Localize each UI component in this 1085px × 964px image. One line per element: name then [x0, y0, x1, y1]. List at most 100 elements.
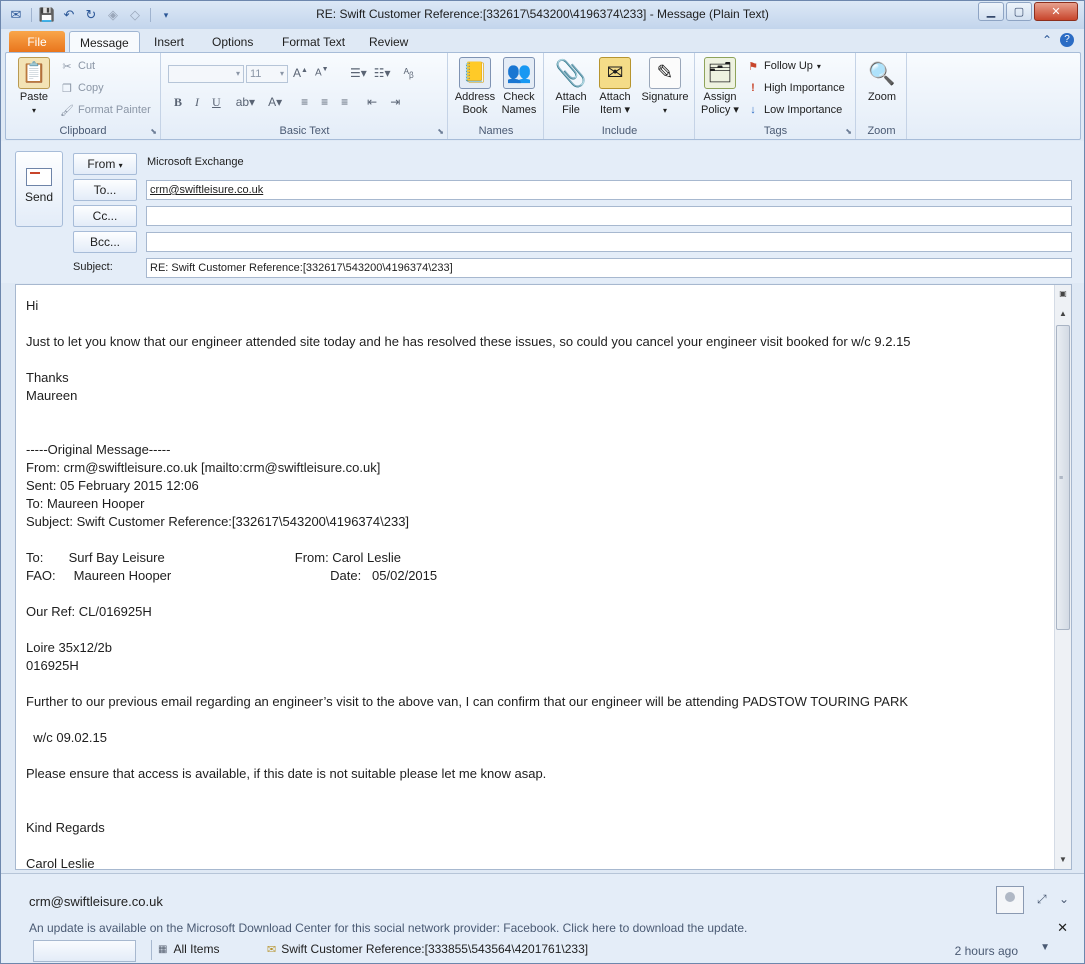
subject-field[interactable]: RE: Swift Customer Reference:[332617\543…: [146, 258, 1072, 278]
assign-policy-button[interactable]: 🗂 Assign Policy ▾: [698, 57, 742, 117]
message-body[interactable]: Hi Just to let you know that our enginee…: [15, 284, 1072, 870]
split-view-icon[interactable]: ▣: [1056, 287, 1070, 301]
font-size-value: 11: [250, 68, 262, 80]
align-left-icon[interactable]: ≡: [301, 95, 308, 110]
all-items-filter[interactable]: ▦ All Items: [158, 942, 219, 956]
follow-up-button[interactable]: ⚑ Follow Up ▾: [746, 57, 821, 75]
chevron-down-icon[interactable]: ⌄: [1059, 892, 1069, 906]
grow-font-icon[interactable]: A▲: [293, 66, 308, 80]
copy-button[interactable]: ❐ Copy: [60, 79, 104, 97]
clipboard-group-label: Clipboard: [59, 125, 107, 137]
align-right-icon[interactable]: ≡: [341, 95, 348, 110]
tab-options[interactable]: Options: [202, 31, 263, 53]
scroll-down-icon[interactable]: ▼: [1056, 853, 1070, 867]
close-button[interactable]: ✕: [1034, 2, 1078, 21]
from-account: Microsoft Exchange: [147, 156, 244, 168]
include-group: 📎 Attach File ✉ Attach Item ▾ ✎ Signatur…: [545, 53, 695, 139]
high-importance-button[interactable]: ! High Importance: [746, 79, 845, 97]
bullets-icon[interactable]: ☰▾: [350, 66, 367, 80]
scroll-up-icon[interactable]: ▲: [1056, 307, 1070, 321]
low-importance-label: Low Importance: [764, 104, 843, 116]
maximize-button[interactable]: ▢: [1006, 2, 1032, 21]
names-group: 📒 Address Book 👥 Check Names Names: [449, 53, 544, 139]
feed-dropdown-icon[interactable]: ▼: [1040, 942, 1050, 953]
paste-button[interactable]: 📋 Paste ▾: [12, 57, 56, 117]
tags-group: 🗂 Assign Policy ▾ ⚑ Follow Up ▾ ! High I…: [696, 53, 856, 139]
feed-item-subject: Swift Customer Reference:[333855\543564\…: [281, 942, 589, 956]
address-book-button[interactable]: 📒 Address Book: [453, 57, 497, 117]
tags-group-label: Tags: [763, 125, 788, 137]
cc-button[interactable]: Cc...: [73, 205, 137, 227]
help-icon[interactable]: ?: [1060, 33, 1074, 47]
all-items-label: All Items: [173, 942, 220, 956]
vertical-scrollbar[interactable]: ▣ ▲ ≡ ▼: [1054, 285, 1071, 869]
highlight-icon[interactable]: ab▾: [236, 95, 255, 110]
low-importance-button[interactable]: ↓ Low Importance: [746, 101, 842, 119]
address-book-label-2: Book: [462, 104, 488, 116]
clipboard-group: 📋 Paste ▾ ✂ Cut ❐ Copy 🖌 Format Painter …: [6, 53, 161, 139]
tab-message[interactable]: Message: [69, 31, 140, 53]
tab-insert[interactable]: Insert: [144, 31, 194, 53]
magnifier-icon: 🔍: [868, 60, 896, 86]
italic-icon[interactable]: I: [195, 95, 199, 110]
tab-file[interactable]: File: [9, 31, 65, 53]
cut-button[interactable]: ✂ Cut: [60, 57, 95, 75]
bcc-button[interactable]: Bcc...: [73, 231, 137, 253]
shrink-font-icon[interactable]: A▼: [315, 66, 329, 80]
dialog-launcher-icon[interactable]: ⬊: [845, 127, 852, 136]
tab-review[interactable]: Review: [359, 31, 418, 53]
people-pane-email: crm@swiftleisure.co.uk: [29, 894, 163, 909]
cc-field[interactable]: [146, 206, 1072, 226]
font-color-icon[interactable]: A▾: [268, 95, 282, 110]
attach-item-button[interactable]: ✉ Attach Item ▾: [593, 57, 637, 117]
dismiss-update-icon[interactable]: ✕: [1057, 920, 1068, 936]
feed-item[interactable]: ✉ Swift Customer Reference:[333855\54356…: [267, 942, 588, 956]
feed-tab[interactable]: [33, 940, 136, 962]
expand-pane-icon[interactable]: ⤢: [1037, 892, 1047, 907]
update-notification[interactable]: An update is available on the Microsoft …: [29, 921, 747, 935]
underline-icon[interactable]: U: [212, 95, 221, 110]
font-size-combobox[interactable]: 11 ▾: [246, 65, 288, 83]
ribbon-tabs: File Message Insert Options Format Text …: [1, 29, 1084, 53]
from-button[interactable]: From ▾: [73, 153, 137, 175]
zoom-button[interactable]: 🔍 Zoom: [860, 57, 904, 104]
window-controls: ▁ ▢ ✕: [978, 2, 1078, 21]
font-name-combobox[interactable]: ▾: [168, 65, 244, 83]
numbering-icon[interactable]: ☷▾: [374, 66, 391, 80]
check-names-button[interactable]: 👥 Check Names: [497, 57, 541, 117]
tab-format-text[interactable]: Format Text: [272, 31, 355, 53]
dialog-launcher-icon[interactable]: ⬊: [437, 127, 444, 136]
format-painter-label: Format Painter: [78, 104, 151, 116]
basic-text-group-label: Basic Text: [279, 125, 330, 137]
cut-label: Cut: [78, 60, 96, 72]
avatar[interactable]: [996, 886, 1024, 914]
decrease-indent-icon[interactable]: ⇤: [367, 95, 377, 110]
check-names-label-2: Names: [501, 104, 537, 116]
to-field[interactable]: crm@swiftleisure.co.uk: [146, 180, 1072, 200]
increase-indent-icon[interactable]: ⇥: [390, 95, 400, 110]
attach-item-label-2: Item: [600, 104, 622, 116]
paperclip-icon: 📎: [554, 57, 588, 88]
high-importance-icon: !: [751, 82, 755, 94]
message-body-text[interactable]: Hi Just to let you know that our enginee…: [26, 297, 1051, 869]
minimize-ribbon-icon[interactable]: ⌃: [1042, 33, 1052, 47]
bold-icon[interactable]: B: [174, 95, 182, 110]
dialog-launcher-icon[interactable]: ⬊: [150, 127, 157, 136]
send-button[interactable]: Send: [15, 151, 63, 227]
align-center-icon[interactable]: ≡: [321, 95, 328, 110]
attach-file-button[interactable]: 📎 Attach File: [549, 57, 593, 117]
all-items-icon: ▦: [158, 943, 168, 955]
people-pane: crm@swiftleisure.co.uk ⤢ ⌄ An update is …: [1, 873, 1084, 963]
copy-label: Copy: [78, 82, 104, 94]
signature-button[interactable]: ✎ Signature ▾: [637, 57, 693, 117]
paste-label: Paste: [19, 91, 49, 103]
to-recipient[interactable]: crm@swiftleisure.co.uk: [150, 184, 263, 196]
format-painter-button[interactable]: 🖌 Format Painter: [60, 101, 151, 119]
to-button[interactable]: To...: [73, 179, 137, 201]
clear-formatting-icon[interactable]: ᴬᵦ: [404, 66, 414, 80]
minimize-button[interactable]: ▁: [978, 2, 1004, 21]
bcc-field[interactable]: [146, 232, 1072, 252]
ribbon: 📋 Paste ▾ ✂ Cut ❐ Copy 🖌 Format Painter …: [5, 52, 1081, 140]
send-label: Send: [24, 190, 54, 204]
title-bar: ✉ 💾 ↶ ↻ ◈ ◇ ▾ RE: Swift Customer Referen…: [1, 1, 1084, 29]
